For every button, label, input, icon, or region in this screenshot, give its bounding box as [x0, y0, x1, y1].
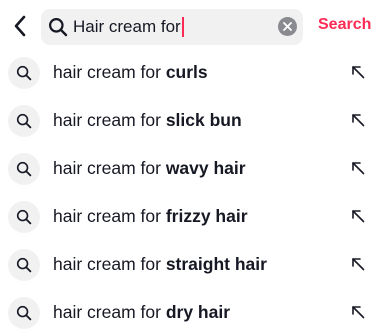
chevron-left-icon [14, 15, 26, 37]
suggestion-text: hair cream for slick bun [53, 96, 242, 144]
search-icon [16, 65, 32, 81]
arrow-up-left-icon [352, 66, 365, 79]
suggestion-prefix: hair cream for [53, 205, 166, 226]
arrow-up-left-icon [352, 258, 365, 271]
suggestion-prefix: hair cream for [53, 61, 166, 82]
suggestion-highlight: dry hair [165, 301, 231, 322]
suggestion-highlight: straight hair [165, 253, 267, 274]
search-input[interactable]: Hair cream for [73, 9, 269, 45]
suggestion-search-icon-badge [8, 57, 40, 89]
suggestion-text: hair cream for curls [53, 48, 208, 96]
suggestion-prefix: hair cream for [53, 301, 166, 322]
suggestion-prefix: hair cream for [53, 109, 166, 130]
suggestion-item[interactable]: hair cream for dry hair [0, 288, 378, 335]
suggestion-highlight: frizzy hair [165, 205, 248, 226]
suggestion-search-icon-badge [8, 297, 40, 329]
suggestion-prefix: hair cream for [53, 157, 166, 178]
clear-search-button[interactable] [278, 17, 297, 36]
text-caret [181, 17, 184, 37]
search-icon [16, 161, 32, 177]
arrow-up-left-icon [352, 114, 365, 127]
search-page: Hair cream for Search hair cream for cur… [0, 0, 378, 335]
search-header: Hair cream for Search [0, 0, 378, 52]
fill-suggestion-button[interactable] [348, 110, 368, 130]
suggestion-search-icon-badge [8, 201, 40, 233]
suggestion-highlight: slick bun [165, 109, 242, 130]
search-query-text: Hair cream for [73, 17, 181, 36]
suggestion-search-icon-badge [8, 153, 40, 185]
fill-suggestion-button[interactable] [348, 62, 368, 82]
search-icon [49, 18, 68, 37]
suggestion-item[interactable]: hair cream for wavy hair [0, 144, 378, 192]
suggestion-search-icon-badge [8, 105, 40, 137]
suggestion-text: hair cream for wavy hair [53, 144, 246, 192]
suggestion-prefix: hair cream for [53, 253, 166, 274]
fill-suggestion-button[interactable] [348, 254, 368, 274]
suggestion-highlight: curls [165, 61, 208, 82]
suggestion-item[interactable]: hair cream for straight hair [0, 240, 378, 288]
search-field[interactable]: Hair cream for [41, 9, 303, 45]
back-button[interactable] [6, 11, 34, 41]
arrow-up-left-icon [352, 162, 365, 175]
suggestion-item[interactable]: hair cream for frizzy hair [0, 192, 378, 240]
suggestion-highlight: wavy hair [165, 157, 246, 178]
clear-icon [283, 22, 292, 31]
suggestion-item[interactable]: hair cream for curls [0, 48, 378, 96]
arrow-up-left-icon [352, 306, 365, 319]
suggestion-list: hair cream for curls hair cream for slick… [0, 48, 378, 335]
search-icon [16, 257, 32, 273]
search-icon [16, 113, 32, 129]
suggestion-item[interactable]: hair cream for slick bun [0, 96, 378, 144]
search-icon [16, 209, 32, 225]
arrow-up-left-icon [352, 210, 365, 223]
search-icon [16, 305, 32, 321]
suggestion-text: hair cream for frizzy hair [53, 192, 248, 240]
suggestion-search-icon-badge [8, 249, 40, 281]
suggestion-text: hair cream for dry hair [53, 288, 230, 335]
search-button[interactable]: Search [318, 16, 371, 34]
suggestion-text: hair cream for straight hair [53, 240, 267, 288]
fill-suggestion-button[interactable] [348, 158, 368, 178]
fill-suggestion-button[interactable] [348, 302, 368, 322]
fill-suggestion-button[interactable] [348, 206, 368, 226]
